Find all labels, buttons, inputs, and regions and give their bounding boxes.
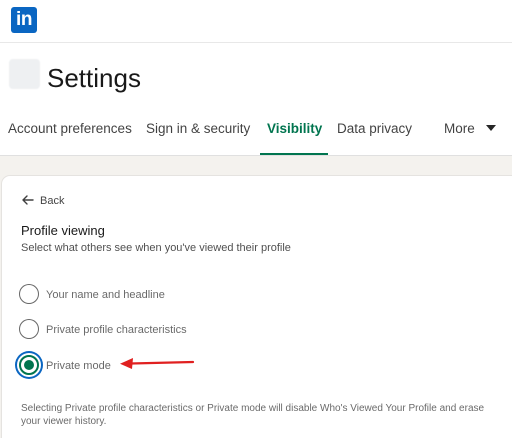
tab-sign-in-security[interactable]: Sign in & security xyxy=(146,107,250,155)
red-arrow-annotation xyxy=(120,358,195,369)
tab-label: More xyxy=(444,121,475,136)
tab-label: Data privacy xyxy=(337,121,413,136)
settings-header: Settings Account preferences Sign in & s… xyxy=(0,43,512,156)
back-link[interactable]: Back xyxy=(22,195,64,207)
radio-button[interactable] xyxy=(19,284,39,304)
linkedin-logo[interactable]: in xyxy=(11,7,37,33)
option-label: Your name and headline xyxy=(46,289,165,301)
arrow-left-icon xyxy=(22,195,34,205)
back-label: Back xyxy=(40,195,65,207)
option-label: Private profile characteristics xyxy=(46,324,187,336)
avatar[interactable] xyxy=(9,59,40,89)
option-label: Private mode xyxy=(46,360,111,372)
tab-label: Account preferences xyxy=(8,121,132,136)
footnote-text: Selecting Private profile characteristic… xyxy=(21,403,485,427)
tab-data-privacy[interactable]: Data privacy xyxy=(337,107,412,155)
radio-button-selected[interactable] xyxy=(19,355,39,375)
settings-tabs: Account preferences Sign in & security V… xyxy=(0,107,512,155)
radio-button[interactable] xyxy=(19,319,39,339)
section-title: Profile viewing xyxy=(21,223,105,238)
tab-label: Sign in & security xyxy=(146,121,251,136)
page-title: Settings xyxy=(47,63,141,93)
tab-label: Visibility xyxy=(267,121,323,136)
caret-down-icon xyxy=(485,125,496,132)
section-subtitle: Select what others see when you've viewe… xyxy=(21,242,291,254)
tab-visibility[interactable]: Visibility xyxy=(259,107,329,155)
tab-more[interactable]: More xyxy=(444,107,496,155)
top-navigation-bar: in xyxy=(0,0,512,43)
tab-account-preferences[interactable]: Account preferences xyxy=(8,107,132,155)
profile-viewing-card: Back Profile viewing Select what others … xyxy=(2,176,512,438)
